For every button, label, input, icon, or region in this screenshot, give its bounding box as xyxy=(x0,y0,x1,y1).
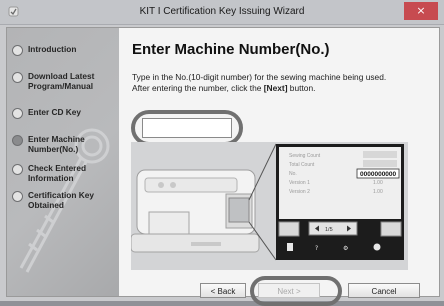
step-radio-icon xyxy=(12,45,23,56)
key-graphic xyxy=(19,128,110,273)
step-radio-icon xyxy=(12,191,23,202)
step-certification-key: Certification Key Obtained xyxy=(12,190,118,210)
page-title: Enter Machine Number(No.) xyxy=(132,41,330,58)
step-label: Introduction xyxy=(28,44,77,54)
step-radio-active-icon xyxy=(12,135,23,146)
step-label: Enter CD Key xyxy=(28,107,82,117)
instruction-text: Type in the No.(10-digit number) for the… xyxy=(132,72,432,94)
step-radio-icon xyxy=(12,164,23,175)
screen-label-version1: Version 1 xyxy=(289,180,310,186)
sewing-machine-graphic: Sewing Count Total Count No. Version 1 1… xyxy=(130,142,408,270)
back-button[interactable]: < Back xyxy=(200,283,246,298)
title-bar: KIT I Certification Key Issuing Wizard × xyxy=(0,0,444,25)
next-highlight-ring xyxy=(250,276,342,306)
step-introduction: Introduction xyxy=(12,44,118,56)
steps-sidebar: Introduction Download Latest Program/Man… xyxy=(7,28,119,296)
step-label: Enter Machine Number(No.) xyxy=(28,134,85,154)
cancel-button[interactable]: Cancel xyxy=(348,283,420,298)
wizard-window: KIT I Certification Key Issuing Wizard ×… xyxy=(0,0,444,306)
instruction-next-keyword: [Next] xyxy=(263,83,288,93)
screen-value-version1: 1.00 xyxy=(373,180,383,186)
screen-label-total: Total Count xyxy=(289,162,315,168)
step-enter-machine-number: Enter Machine Number(No.) xyxy=(12,134,118,154)
screen-settings-icon: ⚙ xyxy=(343,245,348,252)
screen-label-sewing: Sewing Count xyxy=(289,153,321,159)
close-button[interactable]: × xyxy=(404,2,438,20)
screen-page-indicator: 1/5 xyxy=(325,227,333,233)
screen-help-icon: ? xyxy=(315,245,318,252)
step-radio-icon xyxy=(12,72,23,83)
step-label: Check Entered Information xyxy=(28,163,87,183)
step-radio-icon xyxy=(12,108,23,119)
step-label: Certification Key Obtained xyxy=(28,190,94,210)
instruction-line-1: Type in the No.(10-digit number) for the… xyxy=(132,72,387,82)
screen-value-machine-number: 0000000000 xyxy=(360,171,397,178)
window-title: KIT I Certification Key Issuing Wizard xyxy=(139,6,305,17)
sewing-machine-illustration: Sewing Count Total Count No. Version 1 1… xyxy=(130,142,408,270)
step-label: Download Latest Program/Manual xyxy=(28,71,95,91)
sewing-machine-icon xyxy=(130,169,260,253)
screen-label-no: No. xyxy=(289,171,297,177)
step-download-latest: Download Latest Program/Manual xyxy=(12,71,118,91)
instruction-line-2-suffix: button. xyxy=(287,83,316,93)
instruction-line-2-prefix: After entering the number, click the xyxy=(132,83,264,93)
screen-value-version2: 1.00 xyxy=(373,189,383,195)
input-highlight-ring xyxy=(131,110,243,146)
step-check-entered: Check Entered Information xyxy=(12,163,118,183)
step-enter-cd-key: Enter CD Key xyxy=(12,107,118,119)
screen-label-version2: Version 2 xyxy=(289,189,310,195)
